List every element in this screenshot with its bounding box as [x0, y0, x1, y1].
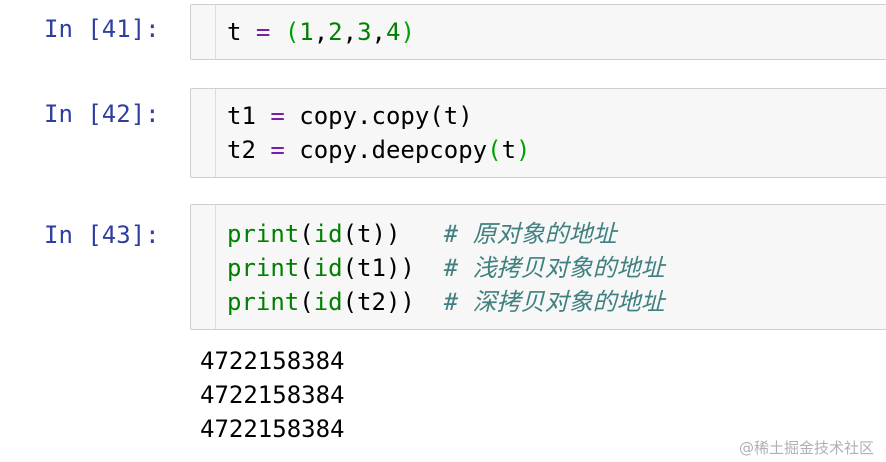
output-line: 4722158384	[200, 381, 345, 409]
cell-prompt: In [43]:	[44, 221, 160, 249]
output-line: 4722158384	[200, 347, 345, 375]
output-line: 4722158384	[200, 415, 345, 443]
code-line: t1 = copy.copy(t)	[227, 99, 473, 133]
code-token: 3	[357, 18, 372, 46]
code-token: (	[487, 136, 502, 164]
code-token: t	[227, 18, 256, 46]
code-comment: # 原对象的地址	[443, 220, 617, 248]
code-token: (t))	[342, 220, 444, 248]
code-token: )	[400, 18, 415, 46]
code-token: print	[227, 288, 300, 316]
code-token: (t2))	[342, 288, 444, 316]
code-line: print(id(t)) # 原对象的地址	[227, 217, 617, 251]
code-line: t = (1,2,3,4)	[227, 15, 415, 49]
code-token: copy.copy(t)	[284, 102, 473, 130]
code-token: (	[299, 288, 314, 316]
cell-prompt: In [41]:	[44, 15, 160, 43]
watermark: @稀土掘金技术社区	[738, 439, 874, 457]
code-token: (t1))	[342, 254, 444, 282]
code-token: ,	[313, 18, 329, 46]
code-token: ,	[371, 18, 386, 46]
code-token: print	[227, 220, 300, 248]
code-token: id	[313, 220, 343, 248]
code-token: t	[501, 136, 517, 164]
code-input-area[interactable]: print(id(t)) # 原对象的地址 print(id(t1)) # 浅拷…	[190, 204, 886, 330]
code-token: print	[227, 254, 300, 282]
code-token: =	[270, 136, 285, 164]
code-token: )	[516, 136, 531, 164]
code-token: ,	[342, 18, 358, 46]
code-token: 1	[299, 18, 314, 46]
code-token: id	[313, 254, 343, 282]
code-token: =	[270, 102, 285, 130]
code-token: copy.deepcopy	[284, 136, 488, 164]
code-input-area[interactable]: t = (1,2,3,4)	[190, 4, 886, 60]
code-token: t2	[227, 136, 271, 164]
code-comment: # 深拷贝对象的地址	[443, 288, 665, 316]
code-token: t1	[227, 102, 271, 130]
cell-prompt: In [42]:	[44, 100, 160, 128]
code-line: t2 = copy.deepcopy(t)	[227, 133, 530, 167]
code-token: (	[284, 18, 300, 46]
code-token: (	[299, 254, 314, 282]
code-line: print(id(t1)) # 浅拷贝对象的地址	[227, 251, 665, 285]
code-input-area[interactable]: t1 = copy.copy(t) t2 = copy.deepcopy(t)	[190, 88, 886, 178]
code-token: 4	[385, 18, 401, 46]
code-token: (	[299, 220, 314, 248]
code-comment: # 浅拷贝对象的地址	[443, 254, 665, 282]
code-token: id	[313, 288, 343, 316]
code-token: =	[255, 18, 271, 46]
code-token: 2	[328, 18, 343, 46]
code-line: print(id(t2)) # 深拷贝对象的地址	[227, 285, 665, 319]
